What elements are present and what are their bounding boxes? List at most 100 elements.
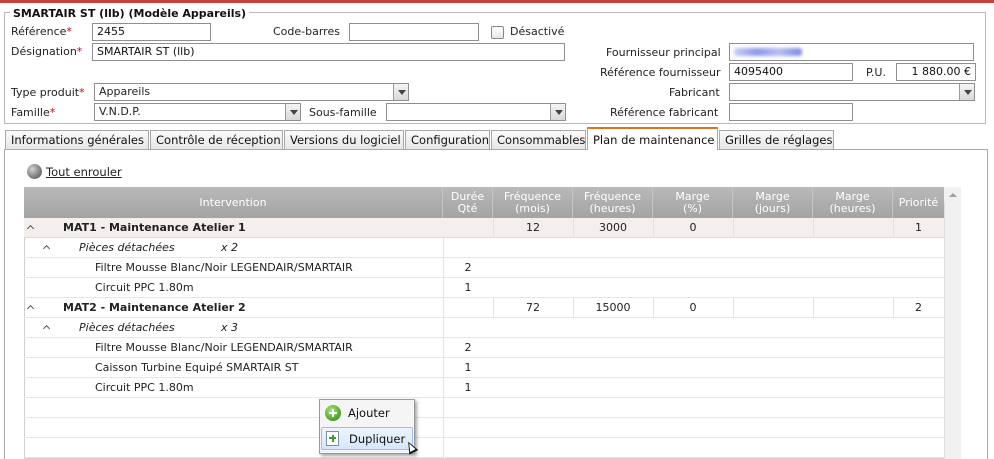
parts-count: x 2 bbox=[221, 241, 239, 254]
col-margin-hours[interactable]: Marge (heures) bbox=[813, 187, 893, 218]
col-frequency-hours[interactable]: Fréquence (heures) bbox=[573, 187, 653, 218]
col-intervention[interactable]: Intervention bbox=[24, 187, 443, 218]
barcode-input[interactable] bbox=[349, 23, 479, 41]
grid-scrollbar[interactable] bbox=[944, 187, 961, 459]
part-qty: 1 bbox=[464, 281, 472, 294]
chevron-down-icon[interactable] bbox=[285, 104, 300, 120]
part-qty: 2 bbox=[464, 341, 472, 354]
main-supplier-label: Fournisseur principal bbox=[606, 46, 721, 59]
product-type-value: Appareils bbox=[99, 85, 151, 98]
chevron-down-icon[interactable] bbox=[393, 84, 408, 100]
column-divider bbox=[493, 298, 494, 318]
tab-maintenance-plan[interactable]: Plan de maintenance bbox=[587, 127, 718, 150]
tab-configuration[interactable]: Configuration bbox=[405, 130, 490, 149]
duplicate-icon bbox=[326, 431, 339, 446]
group-margin-pct: 0 bbox=[689, 301, 697, 314]
group-name: MAT1 - Maintenance Atelier 1 bbox=[63, 221, 246, 234]
part-name: Filtre Mousse Blanc/Noir LEGENDAIR/SMART… bbox=[95, 341, 353, 354]
unit-price-input[interactable]: 1 880.00 € bbox=[896, 63, 976, 81]
group-name: MAT2 - Maintenance Atelier 2 bbox=[63, 301, 246, 314]
product-type-select[interactable]: Appareils bbox=[94, 83, 409, 101]
tab-settings-grids[interactable]: Grilles de réglages bbox=[719, 130, 834, 149]
collapse-caret-icon[interactable] bbox=[27, 223, 37, 233]
col-priority[interactable]: Priorité bbox=[893, 187, 944, 218]
tab-consumables[interactable]: Consommables bbox=[491, 130, 586, 149]
subfamily-label: Sous-famille bbox=[309, 106, 377, 119]
manufacturer-label: Fabricant bbox=[669, 86, 720, 99]
add-icon bbox=[325, 405, 341, 421]
part-name: Filtre Mousse Blanc/Noir LEGENDAIR/SMART… bbox=[95, 261, 353, 274]
part-qty: 1 bbox=[464, 381, 472, 394]
col-margin-pct[interactable]: Marge (%) bbox=[653, 187, 733, 218]
menu-item-add-label: Ajouter bbox=[348, 406, 390, 420]
column-divider bbox=[573, 218, 574, 238]
manufacturer-select[interactable] bbox=[729, 83, 975, 101]
part-qty: 2 bbox=[464, 261, 472, 274]
tab-general-info[interactable]: Informations générales bbox=[5, 130, 149, 149]
tab-software-versions[interactable]: Versions du logiciel bbox=[284, 130, 404, 149]
parts-label: Pièces détachées bbox=[79, 321, 175, 334]
col-duration-qty[interactable]: Durée Qté bbox=[443, 187, 493, 218]
group-freq-hours: 3000 bbox=[599, 221, 627, 234]
part-name: Caisson Turbine Equipé SMARTAIR ST bbox=[95, 361, 299, 374]
column-divider bbox=[443, 238, 444, 459]
unit-price-label: P.U. bbox=[866, 66, 886, 79]
disabled-checkbox[interactable] bbox=[491, 26, 504, 39]
table-row-empty[interactable] bbox=[24, 438, 944, 458]
menu-item-duplicate-label: Dupliquer bbox=[349, 432, 406, 446]
collapse-all-icon[interactable] bbox=[27, 164, 42, 179]
designation-label: Désignation* bbox=[11, 45, 83, 58]
column-divider bbox=[493, 218, 494, 238]
table-row-empty[interactable] bbox=[24, 418, 944, 438]
supplier-ref-input[interactable]: 4095400 bbox=[729, 63, 853, 81]
parts-label: Pièces détachées bbox=[79, 241, 175, 254]
subfamily-select[interactable] bbox=[386, 103, 566, 121]
part-name: Circuit PPC 1.80m bbox=[95, 281, 194, 294]
reference-label: Référence* bbox=[11, 25, 72, 38]
collapse-caret-icon[interactable] bbox=[43, 243, 53, 253]
collapse-caret-icon[interactable] bbox=[43, 323, 53, 333]
scroll-up-icon[interactable] bbox=[944, 187, 961, 203]
redacted-supplier-name bbox=[734, 48, 802, 56]
group-priority: 2 bbox=[915, 301, 922, 314]
menu-item-duplicate[interactable]: Dupliquer bbox=[321, 427, 413, 450]
tab-reception-control[interactable]: Contrôle de réception bbox=[150, 130, 283, 149]
part-qty: 1 bbox=[464, 361, 472, 374]
collapse-caret-icon[interactable] bbox=[27, 303, 37, 313]
parts-count: x 3 bbox=[221, 321, 239, 334]
column-divider bbox=[813, 218, 814, 238]
product-type-label: Type produit* bbox=[11, 86, 85, 99]
menu-item-add[interactable]: Ajouter bbox=[321, 402, 413, 425]
disabled-label: Désactivé bbox=[510, 25, 565, 38]
manufacturer-ref-label: Référence fabricant bbox=[610, 106, 719, 119]
column-divider bbox=[653, 218, 654, 238]
designation-input[interactable]: SMARTAIR ST (llb) bbox=[92, 43, 565, 61]
col-margin-days[interactable]: Marge (jours) bbox=[733, 187, 813, 218]
family-label: Famille* bbox=[11, 106, 56, 119]
column-divider bbox=[733, 218, 734, 238]
column-divider bbox=[893, 218, 894, 238]
group-freq-months: 72 bbox=[526, 301, 540, 314]
chevron-down-icon[interactable] bbox=[550, 104, 565, 120]
collapse-all-link[interactable]: Tout enrouler bbox=[46, 165, 122, 179]
barcode-label: Code-barres bbox=[273, 25, 340, 38]
table-row-empty[interactable] bbox=[24, 398, 944, 418]
family-value: V.N.D.P. bbox=[99, 105, 141, 118]
supplier-ref-label: Référence fournisseur bbox=[600, 66, 721, 79]
group-margin-pct: 0 bbox=[689, 221, 697, 234]
column-divider bbox=[733, 298, 734, 318]
manufacturer-ref-input[interactable] bbox=[729, 103, 853, 121]
group-priority: 1 bbox=[915, 221, 922, 234]
col-frequency-months[interactable]: Fréquence (mois) bbox=[493, 187, 573, 218]
part-name: Circuit PPC 1.80m bbox=[95, 381, 194, 394]
column-divider bbox=[813, 298, 814, 318]
window-top-accent bbox=[0, 0, 994, 3]
chevron-down-icon[interactable] bbox=[959, 84, 974, 100]
family-select[interactable]: V.N.D.P. bbox=[94, 103, 301, 121]
model-title: SMARTAIR ST (llb) (Modèle Appareils) bbox=[10, 7, 250, 20]
column-divider bbox=[653, 298, 654, 318]
reference-input[interactable]: 2455 bbox=[92, 23, 211, 41]
group-freq-months: 12 bbox=[526, 221, 540, 234]
main-supplier-input[interactable] bbox=[729, 43, 974, 61]
column-divider bbox=[573, 298, 574, 318]
